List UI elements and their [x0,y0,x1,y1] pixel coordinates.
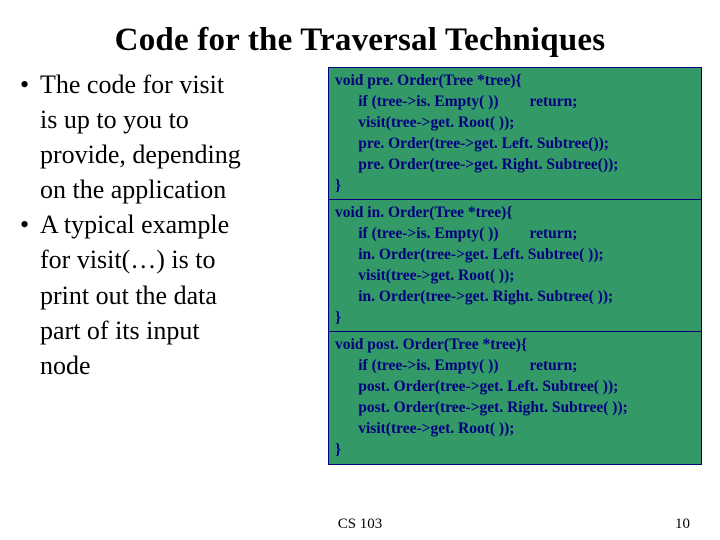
bullet-text: part of its input [18,313,324,348]
list-item: • The code for visit [18,67,324,102]
bullet-text: is up to you to [18,102,324,137]
list-item: • A typical example [18,207,324,242]
page-number: 10 [675,516,690,533]
bullet-text: for visit(…) is to [18,242,324,277]
bullet-list: • The code for visit is up to you to pro… [18,67,328,383]
bullet-text: on the application [18,172,324,207]
bullet-text: node [18,348,324,383]
footer-course: CS 103 [338,516,383,533]
bullet-text: provide, depending [18,137,324,172]
code-postorder: void post. Order(Tree *tree){ if (tree->… [328,331,702,465]
bullet-text: A typical example [40,207,324,242]
bullet-icon: • [18,207,40,242]
bullet-text: The code for visit [40,67,324,102]
code-inorder: void in. Order(Tree *tree){ if (tree->is… [328,199,702,333]
slide: Code for the Traversal Techniques • The … [0,0,720,540]
bullet-icon: • [18,67,40,102]
code-column: void pre. Order(Tree *tree){ if (tree->i… [328,67,702,463]
content-row: • The code for visit is up to you to pro… [18,67,702,463]
code-preorder: void pre. Order(Tree *tree){ if (tree->i… [328,67,702,201]
slide-title: Code for the Traversal Techniques [18,22,702,59]
bullet-text: print out the data [18,278,324,313]
